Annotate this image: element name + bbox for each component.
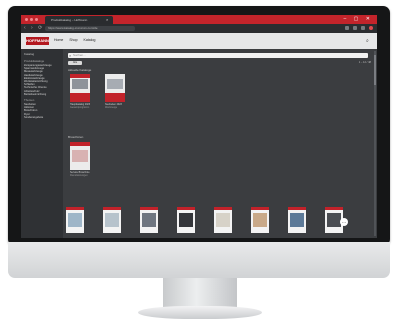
cover-band bbox=[105, 93, 125, 102]
nav-katalog[interactable]: Katalog bbox=[84, 38, 96, 42]
product-card[interactable]: Service Broschüre Dienstleistungen bbox=[70, 142, 94, 177]
maximize-dot-icon[interactable] bbox=[35, 18, 38, 21]
catalog-cover[interactable] bbox=[288, 207, 306, 233]
product-cover-image[interactable] bbox=[70, 142, 90, 170]
cover-band bbox=[70, 142, 90, 146]
sidebar-heading: Katalog bbox=[24, 52, 35, 56]
window-dots bbox=[25, 18, 38, 21]
product-caption: Neuheiten 2023 Werkzeuge bbox=[105, 103, 129, 109]
section-label: Broschüren bbox=[68, 135, 84, 139]
catalog-cover[interactable] bbox=[177, 207, 195, 233]
product-card[interactable]: Hauptkatalog 2023 Gesamtprogramm bbox=[70, 74, 94, 109]
monitor-stand-neck bbox=[163, 278, 237, 308]
product-subtitle: Werkzeuge bbox=[105, 106, 118, 109]
catalog-cover[interactable] bbox=[103, 207, 121, 233]
cover-band bbox=[70, 74, 90, 78]
minimize-dot-icon[interactable] bbox=[30, 18, 33, 21]
main-content: ⌕ Suchen… Alle 1 – 12 / 48 Aktuelle Kata… bbox=[63, 49, 377, 238]
bookmark-icon[interactable] bbox=[345, 26, 349, 30]
window-controls[interactable]: – ▢ ✕ bbox=[344, 16, 373, 22]
search-icon: ⌕ bbox=[69, 53, 72, 58]
extension-icon[interactable] bbox=[353, 26, 357, 30]
catalog-cover[interactable] bbox=[66, 207, 84, 233]
top-navigation: Home Shop Katalog bbox=[54, 38, 95, 42]
nav-shop[interactable]: Shop bbox=[69, 38, 77, 42]
product-cover-image[interactable] bbox=[70, 74, 90, 102]
result-count: 1 – 12 / 48 bbox=[358, 61, 371, 64]
catalog-cover[interactable] bbox=[251, 207, 269, 233]
browser-tab-bar: Produktkatalog – Hoffmann × – ▢ ✕ bbox=[21, 15, 377, 24]
sidebar-group-title: Produktkataloge bbox=[24, 59, 45, 63]
product-caption: Hauptkatalog 2023 Gesamtprogramm bbox=[70, 103, 94, 109]
catalog-cover[interactable] bbox=[214, 207, 232, 233]
cover-photo bbox=[72, 79, 88, 89]
product-caption: Service Broschüre Dienstleistungen bbox=[70, 171, 94, 177]
site-logo[interactable]: HOFFMANN bbox=[26, 37, 49, 45]
url-field[interactable]: https://www.katalog-xxxxxxxx.com/de bbox=[45, 26, 135, 31]
profile-icon[interactable] bbox=[369, 26, 373, 30]
browser-tab[interactable]: Produktkatalog – Hoffmann bbox=[45, 16, 113, 24]
filter-chip[interactable]: Alle bbox=[68, 61, 82, 65]
cover-photo bbox=[72, 150, 88, 162]
search-icon[interactable]: ⌕ bbox=[366, 38, 371, 44]
search-input[interactable]: ⌕ Suchen… bbox=[68, 53, 368, 58]
search-placeholder: Suchen… bbox=[73, 53, 87, 57]
download-icon[interactable] bbox=[361, 26, 365, 30]
scrollbar[interactable] bbox=[374, 51, 376, 236]
screen: Produktkatalog – Hoffmann × – ▢ ✕ ‹ › ⟳ … bbox=[21, 15, 377, 238]
cover-photo bbox=[107, 79, 123, 89]
product-subtitle: Gesamtprogramm bbox=[70, 106, 90, 109]
extension-icons bbox=[345, 26, 373, 30]
catalog-cover[interactable] bbox=[140, 207, 158, 233]
product-card[interactable]: Neuheiten 2023 Werkzeuge bbox=[105, 74, 129, 109]
product-cover-image[interactable] bbox=[105, 74, 125, 102]
tab-close-icon[interactable]: × bbox=[106, 17, 108, 22]
browser-nav-icons[interactable]: ‹ › ⟳ bbox=[24, 25, 44, 31]
address-bar: ‹ › ⟳ https://www.katalog-xxxxxxxx.com/d… bbox=[21, 24, 377, 33]
section-label: Aktuelle Kataloge bbox=[68, 68, 92, 72]
monitor-stand-base bbox=[138, 306, 262, 319]
monitor-chin bbox=[8, 242, 390, 278]
sidebar-group-title: Themen bbox=[24, 98, 35, 103]
cover-band bbox=[70, 93, 90, 102]
sidebar: Katalog Produktkataloge Zerspanungswerkz… bbox=[21, 49, 63, 238]
nav-home[interactable]: Home bbox=[54, 38, 63, 42]
close-dot-icon[interactable] bbox=[25, 18, 28, 21]
sidebar-item[interactable]: Sonderangebote bbox=[21, 116, 63, 119]
chat-icon[interactable]: … bbox=[340, 218, 348, 226]
scrollbar-thumb[interactable] bbox=[374, 55, 376, 85]
product-subtitle: Dienstleistungen bbox=[70, 174, 88, 177]
site-header: HOFFMANN Home Shop Katalog ⌕ bbox=[21, 33, 377, 49]
